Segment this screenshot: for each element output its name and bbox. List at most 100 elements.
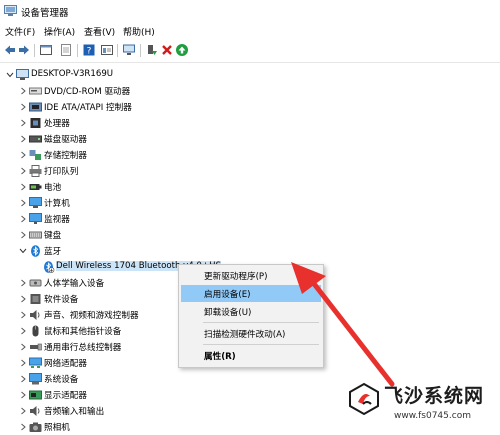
context-item-label: 启用设备(E) [204,290,251,300]
context-item-label: 扫描检测硬件改动(A) [204,330,286,340]
display-adapter-icon [29,390,42,400]
uninstall-x-icon[interactable] [160,43,174,57]
svg-text:?: ? [87,47,92,57]
menu-help[interactable]: 帮助(H) [123,25,155,38]
tree-item-label: 音频输入和输出 [44,407,105,417]
processor-icon [30,118,41,128]
chevron-right-icon[interactable] [19,326,27,336]
tree-item-label: 蓝牙 [44,247,62,257]
chevron-right-icon[interactable] [19,390,27,400]
chevron-down-icon[interactable] [19,246,27,256]
tree-item-battery[interactable]: 电池 [0,179,480,195]
title-bar: 设备管理器 [0,0,500,22]
details-icon[interactable] [100,43,114,57]
tree-item-print-queue[interactable]: 打印队列 [0,163,480,179]
dvd-drive-icon [29,87,42,95]
chevron-right-icon[interactable] [19,278,27,288]
tree-root[interactable]: DESKTOP-V3R169U [0,67,480,83]
monitor-scan-icon[interactable] [122,43,136,57]
chevron-right-icon[interactable] [19,310,27,320]
bluetooth-device-disabled-icon [44,261,55,273]
tree-item-label: 计算机 [44,199,70,209]
document-icon[interactable] [59,43,73,57]
chevron-right-icon[interactable] [19,406,27,416]
context-item-label: 更新驱动程序(P) [204,272,268,282]
menu-file[interactable]: 文件(F) [5,25,35,38]
mouse-icon [32,325,39,337]
tree-item-label: 键盘 [44,231,62,241]
chevron-down-icon[interactable] [6,70,14,80]
tree-item-storage[interactable]: 存储控制器 [0,147,480,163]
tree-item-computer[interactable]: 计算机 [0,195,480,211]
chevron-right-icon[interactable] [19,86,27,96]
tree-item-label: IDE ATA/ATAPI 控制器 [44,103,132,113]
computer-icon [29,197,42,208]
menu-view[interactable]: 查看(V) [84,25,115,38]
tree-item-keyboard[interactable]: 键盘 [0,227,480,243]
chevron-right-icon[interactable] [19,358,27,368]
toolbar-separator [117,44,118,57]
tree-item-disk[interactable]: 磁盘驱动器 [0,131,480,147]
sound-icon [30,310,40,320]
window-title: 设备管理器 [21,8,69,19]
tree-item-label: 打印队列 [44,167,79,177]
back-arrow-icon[interactable] [3,43,17,57]
hid-icon [29,279,42,287]
chevron-right-icon[interactable] [19,102,27,112]
device-tree: DESKTOP-V3R169U DVD/CD-ROM 驱动器 IDE ATA/A… [0,64,500,433]
help-icon[interactable]: ? [82,43,96,57]
usb-icon [30,343,42,351]
chevron-right-icon[interactable] [19,374,27,384]
ide-controller-icon [29,102,42,112]
tree-item-label: 存储控制器 [44,151,87,161]
chevron-right-icon[interactable] [19,230,27,240]
chevron-right-icon[interactable] [19,150,27,160]
tree-item-label: 系统设备 [44,375,79,385]
tree-item-label: 鼠标和其他指针设备 [44,327,122,337]
chevron-right-icon[interactable] [19,294,27,304]
enable-device-icon[interactable] [175,43,189,57]
context-item-label: 卸载设备(U) [204,308,252,318]
monitor-icon [29,213,42,224]
chevron-right-icon[interactable] [19,342,27,352]
chevron-right-icon[interactable] [19,198,27,208]
tree-item-label: 软件设备 [44,295,79,305]
chevron-right-icon[interactable] [19,166,27,176]
chevron-right-icon[interactable] [19,214,27,224]
toolbar-separator [34,44,35,57]
tree-item-label: DVD/CD-ROM 驱动器 [44,87,131,97]
context-divider [203,322,319,323]
watermark-brand: 飞沙系统网 [384,385,485,407]
camera-icon [29,422,42,432]
disk-drive-icon [29,135,42,143]
tree-item-label: 通用串行总线控制器 [44,343,122,353]
chevron-right-icon[interactable] [19,118,27,128]
menu-action[interactable]: 操作(A) [44,25,75,38]
chevron-right-icon[interactable] [19,134,27,144]
toolbar-separator [140,44,141,57]
context-scan-hardware[interactable]: 扫描检测硬件改动(A) [181,325,321,342]
tree-item-label: 监视器 [44,215,70,225]
tree-item-dvd[interactable]: DVD/CD-ROM 驱动器 [0,83,480,99]
tree-item-label: 显示适配器 [44,391,87,401]
watermark-url: www.fs0745.com [394,411,471,421]
tree-item-ide[interactable]: IDE ATA/ATAPI 控制器 [0,99,480,115]
watermark-logo: 飞沙系统网 www.fs0745.com [342,380,500,433]
tree-item-monitor[interactable]: 监视器 [0,211,480,227]
menu-bar: 文件(F) 操作(A) 查看(V) 帮助(H) [0,23,500,39]
chevron-right-icon[interactable] [19,422,27,432]
update-driver-icon[interactable] [145,43,159,57]
forward-arrow-icon[interactable] [17,43,31,57]
software-device-icon [30,294,41,304]
tree-item-label: 磁盘驱动器 [44,135,87,145]
chevron-right-icon[interactable] [19,182,27,192]
context-enable-device[interactable]: 启用设备(E) [181,285,321,302]
context-item-label: 属性(R) [204,352,236,362]
context-update-driver[interactable]: 更新驱动程序(P) [181,267,321,284]
context-uninstall-device[interactable]: 卸载设备(U) [181,303,321,320]
tree-item-label: 处理器 [44,119,70,129]
tree-item-bluetooth[interactable]: 蓝牙 [0,243,480,259]
tree-item-processor[interactable]: 处理器 [0,115,480,131]
context-properties[interactable]: 属性(R) [181,347,321,364]
properties-window-icon[interactable] [39,43,53,57]
